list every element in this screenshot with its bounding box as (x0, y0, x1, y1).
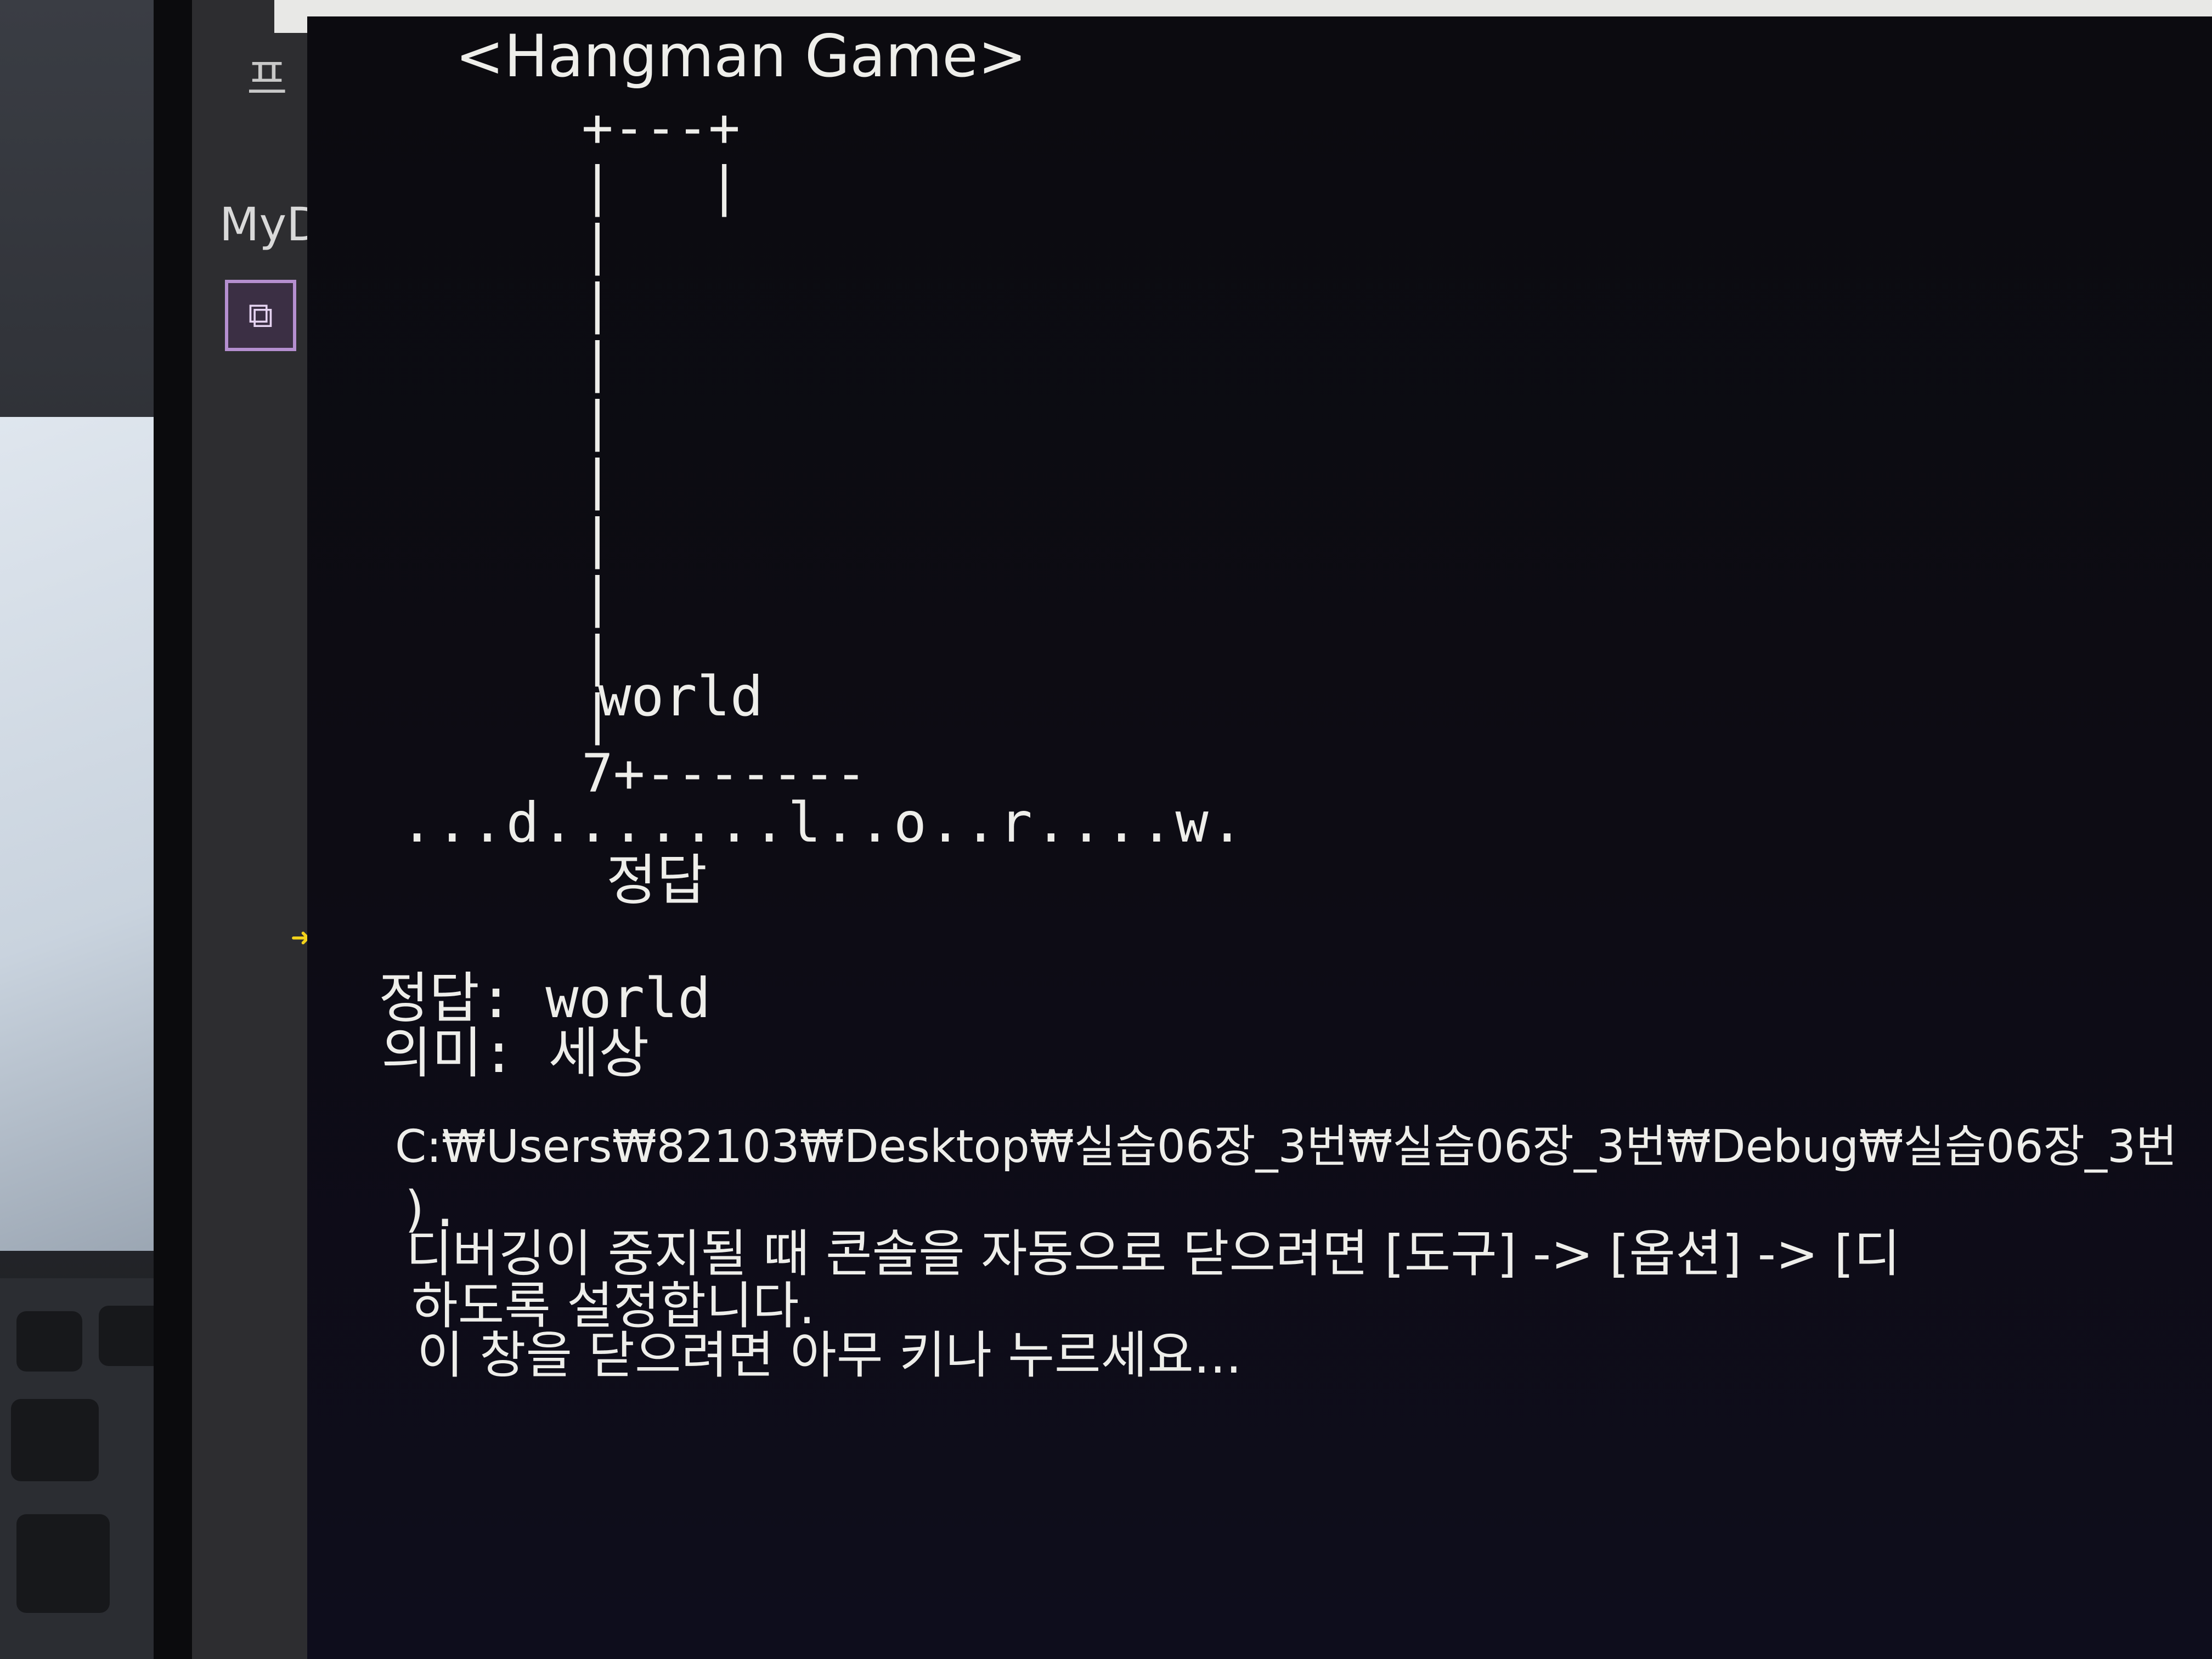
press-any-key-message: 이 창을 닫으려면 아무 키나 누르세요... (417, 1326, 1242, 1385)
console-window[interactable]: <Hangman Game> +---+ | | | | | | | | | | | 7+------… (307, 16, 2212, 1659)
gallows-line: | (582, 449, 613, 511)
auto-close-message-1: 디버깅이 중지될 때 콘솔을 자동으로 닫으려면 [도구] -> [옵션] ->… (406, 1224, 1900, 1283)
meaning-line: 의미: 세상 (381, 1021, 650, 1085)
gallows-line: | (582, 215, 613, 276)
auto-close-message-2: 하도록 설정합니다. (411, 1277, 815, 1335)
gallows-line: +---+ (582, 97, 740, 159)
keyboard-key (11, 1399, 99, 1481)
guessed-letters: ...d.......l..o..r....w. (400, 791, 1246, 855)
gallows-line: | (582, 508, 613, 569)
keyboard-key (16, 1311, 82, 1372)
toolbox-icon[interactable]: ⧉ (225, 280, 296, 351)
answer-line: 정답: world (379, 966, 711, 1030)
ide-menu-label[interactable]: 프 (247, 44, 287, 108)
ide-solution-tab[interactable]: MyD (219, 198, 322, 251)
gallows-line: | (582, 332, 613, 393)
correct-label: 정답 (606, 848, 707, 912)
gallows-line: | (582, 567, 613, 628)
game-title: <Hangman Game> (455, 22, 1027, 90)
gallows-line: | | (582, 156, 740, 217)
keyboard-key (16, 1514, 110, 1613)
gallows-line: | (582, 391, 613, 452)
gallows-line: | (582, 273, 613, 335)
exe-path: C:₩Users₩82103₩Desktop₩실습06장_3번₩실습06장_3번… (395, 1121, 2177, 1173)
current-word: world (598, 664, 764, 729)
